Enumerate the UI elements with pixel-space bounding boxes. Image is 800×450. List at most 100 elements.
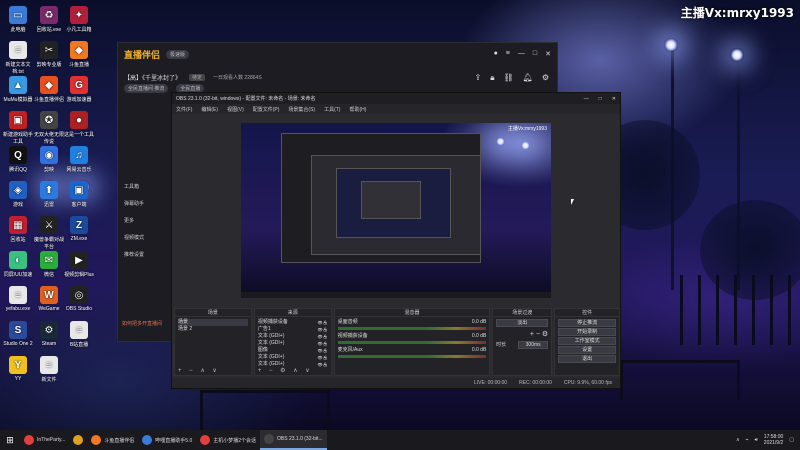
duration-input[interactable]: 300ms [518,341,549,349]
close-icon[interactable]: ✕ [612,96,616,102]
settings-icon[interactable]: ⚙ [542,73,549,83]
visibility-lock-icon[interactable]: 👁︎🔒︎ [318,333,328,340]
lock-icon[interactable]: 🔒︎ [490,73,494,83]
clock[interactable]: 17:58:00 2021/9/2 [764,434,783,446]
taskbar-item[interactable]: 主机小梦播2个会话 [196,430,260,450]
source-item[interactable]: 文本 (GDI+) 👁︎🔒︎ [258,354,328,361]
visibility-lock-icon[interactable]: 👁︎🔒︎ [318,326,328,333]
avatar[interactable]: ● [494,50,498,58]
desktop-icon[interactable]: ◈ 游戏 [2,181,34,208]
desktop-icon[interactable]: ✪ 无双大佬无限传说 [33,111,65,145]
transition-select[interactable]: 淡出 [496,319,549,327]
control-button[interactable]: 停止推流 [558,319,616,327]
desktop-icon[interactable]: ✦ 小凡工具箱 [63,6,95,33]
desktop-icon[interactable]: ◆ 斗鱼直播 [63,41,95,68]
desktop-icon[interactable]: ▦ 回收站 [2,216,34,243]
menu-item[interactable]: 文件(F) [176,106,192,113]
chevron-up-icon[interactable]: ∧ [736,437,740,443]
menu-item[interactable]: 编辑(E) [201,106,218,113]
maximize-icon[interactable]: □ [599,96,602,102]
desktop-icon[interactable]: G 游戏加速器 [63,76,95,103]
control-button[interactable]: 设置 [558,346,616,354]
link-icon[interactable]: ⛓︎ [504,73,514,83]
desktop-icon[interactable]: S Studio One 2 [2,321,34,347]
volume-meter[interactable] [337,355,487,358]
version-chip[interactable]: 极速版 [166,49,190,59]
sub-link[interactable]: 全民直播间 推流 [124,83,169,93]
taskbar-item[interactable]: 斗鱼直播伴侣 [87,430,138,450]
windows-start-icon[interactable]: ⊞ [0,430,20,450]
sidebar-item-video[interactable]: 视频模式 [124,234,164,241]
menu-item[interactable]: 帮助(H) [349,106,366,113]
desktop-icon[interactable]: ⬆ 迅雷 [33,181,65,208]
sidebar-item-recommend[interactable]: 推荐设置 [124,251,164,258]
room-tag[interactable]: 待定 [189,73,206,81]
desktop-icon[interactable]: Y YY [2,356,34,382]
desktop-icon[interactable]: ≡ 新文件 [33,356,65,383]
source-item[interactable]: 图像 👁︎🔒︎ [258,347,328,354]
desktop-icon[interactable]: ◆ 斗鱼直播伴侣 [33,76,65,103]
scene-item[interactable]: 场景 [178,319,248,326]
desktop-icon[interactable]: ♫ 网易云音乐 [63,146,95,173]
obs-window[interactable]: OBS 23.1.0 (32-bit, windows) - 配置文件: 未命名… [171,92,621,389]
menu-item[interactable]: 视图(V) [227,106,244,113]
taskbar-item[interactable]: 哔哩直播助手5.0 [138,430,196,450]
source-item[interactable]: 文本 (GDI+) 👁︎🔒︎ [258,340,328,347]
volume-meter[interactable] [337,327,487,330]
minimize-icon[interactable]: — [584,96,589,102]
source-item[interactable]: 文本 (GDI+) 👁︎🔒︎ [258,333,328,340]
desktop-icon[interactable]: Z ZM.exe [63,216,95,242]
obs-preview[interactable]: 主播Vx:mrxy1993 [241,123,551,298]
desktop-icon[interactable]: ≡ 新建文本文档.txt [2,41,34,75]
volume-meter[interactable] [337,341,487,344]
desktop-icon[interactable]: ♻ 回收站.exe [33,6,65,33]
sources-toolbar[interactable]: + − ⚙ ∧ ∨ [258,367,313,374]
menu-icon[interactable]: ≡ [506,50,510,58]
control-button[interactable]: 退出 [558,355,616,363]
desktop-icon[interactable]: ▣ 客户端 [63,181,95,208]
desktop-icon[interactable]: ◐ 同屏/UU加速 [2,251,34,278]
desktop-icon[interactable]: ▶ 视频剪辑Plus [63,251,95,278]
desktop-icon[interactable]: ⚔ 魔兽争霸对战平台 [33,216,65,250]
desktop-icon[interactable]: ▣ 新建游戏助手工具 [2,111,34,145]
desktop-icon[interactable]: ✉ 微信 [33,251,65,278]
visibility-lock-icon[interactable]: 👁︎🔒︎ [318,347,328,354]
bell-icon[interactable]: 🔔︎ [523,73,533,83]
app-footer-text[interactable]: 如何把多开直播间 [122,320,162,327]
visibility-lock-icon[interactable]: 👁︎🔒︎ [318,361,328,368]
desktop-icon[interactable]: ▭ 此电脑 [2,6,34,33]
minimize-icon[interactable]: — [518,50,525,58]
control-button[interactable]: 开始录制 [558,328,616,336]
menu-item[interactable]: 工具(T) [324,106,340,113]
scene-item[interactable]: 场景 2 [178,326,248,333]
sidebar-item-tools[interactable]: 工具箱 [124,183,164,190]
close-icon[interactable]: ✕ [545,50,551,58]
source-item[interactable]: 视频捕获设备 👁︎🔒︎ [258,319,328,326]
visibility-lock-icon[interactable]: 👁︎🔒︎ [318,340,328,347]
desktop-icon[interactable]: ⚙ Steam [33,321,65,347]
sidebar-item-danmu[interactable]: 弹幕助手 [124,200,164,207]
desktop-icon[interactable]: ≡ B站直播 [63,321,95,348]
desktop-icon[interactable]: W WeGame [33,286,65,312]
menu-item[interactable]: 配置文件(P) [253,106,280,113]
desktop-icon[interactable]: ◉ 剪映 [33,146,65,173]
scenes-toolbar[interactable]: + − ∧ ∨ [178,367,220,374]
visibility-lock-icon[interactable]: 👁︎🔒︎ [318,319,328,326]
control-button[interactable]: 工作室模式 [558,337,616,345]
desktop-icon[interactable]: ≡ yefabu.exe [2,286,34,312]
notification-icon[interactable]: ▢ [789,437,794,443]
visibility-lock-icon[interactable]: 👁︎🔒︎ [318,354,328,361]
desktop-icon[interactable]: ✂ 剪映专业版 [33,41,65,68]
volume-icon[interactable]: 🔊︎ [755,437,758,443]
taskbar-item[interactable] [69,430,87,450]
transition-toolbar[interactable]: + − ⚙ [496,330,548,338]
desktop-icon[interactable]: Q 腾讯QQ [2,146,34,173]
share-icon[interactable]: ⇪ [475,73,482,83]
sidebar-item-more[interactable]: 更多 [124,217,164,224]
desktop-icon[interactable]: ● 这是一个工具 [63,111,95,138]
taskbar-item[interactable]: OBS 23.1.0 (32-bit... [260,430,327,450]
maximize-icon[interactable]: □ [533,50,537,58]
network-icon[interactable]: ⌁ [746,437,749,443]
menu-item[interactable]: 场景集合(S) [288,106,315,113]
desktop-icon[interactable]: ▲ MuMu模拟器 [2,76,34,103]
